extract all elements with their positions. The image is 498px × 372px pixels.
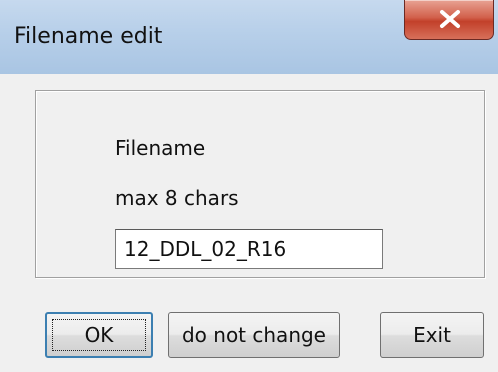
window-title: Filename edit [14,24,163,49]
filename-input[interactable] [115,229,383,269]
ok-button[interactable]: OK [45,312,153,358]
filename-label: Filename [115,136,206,160]
close-icon [440,10,460,28]
title-bar[interactable]: Filename edit [0,0,498,74]
filename-group: Filename max 8 chars [35,90,485,278]
exit-button[interactable]: Exit [380,312,484,358]
max-chars-label: max 8 chars [115,186,239,210]
do-not-change-button[interactable]: do not change [168,312,340,358]
filename-edit-dialog: Filename edit Filename max 8 chars OK do… [0,0,498,372]
close-button[interactable] [404,0,494,40]
ok-button-label: OK [52,319,146,351]
dialog-body: Filename max 8 chars OK do not change Ex… [0,74,498,372]
